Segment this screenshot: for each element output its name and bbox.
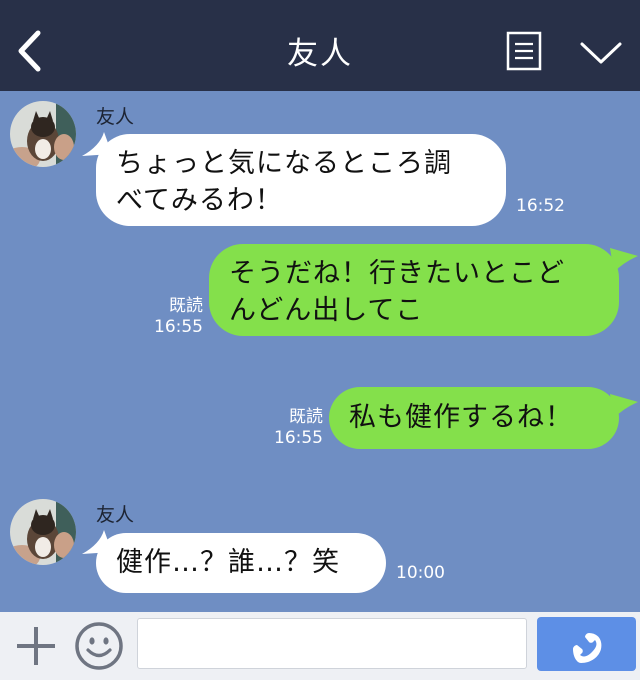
cat-avatar-icon — [10, 499, 76, 565]
message-meta: 既読 16:55 — [154, 296, 203, 338]
outgoing-message-bubble: そうだね！行きたいとこど んどん出してこ — [209, 244, 619, 336]
plus-icon — [17, 627, 55, 665]
menu-button[interactable] — [578, 38, 624, 68]
avatar[interactable] — [10, 499, 76, 565]
phone-icon — [573, 633, 602, 663]
message-meta: 既読 16:55 — [274, 407, 323, 449]
avatar[interactable] — [10, 101, 76, 167]
message-time: 16:55 — [274, 428, 323, 448]
message-line: べてみるわ！ — [116, 185, 283, 216]
smiley-icon — [75, 622, 123, 670]
outgoing-message-bubble: 私も健作するね！ — [329, 387, 619, 449]
message-line: 健作…？誰…？笑 — [116, 547, 340, 578]
emoji-button[interactable] — [74, 621, 124, 671]
sender-name: 友人 — [96, 504, 135, 526]
message-time: 16:52 — [516, 196, 565, 216]
memo-button[interactable] — [506, 31, 542, 71]
read-receipt: 既読 — [169, 296, 203, 316]
read-receipt: 既読 — [289, 407, 323, 427]
message-input[interactable] — [137, 618, 527, 669]
chat-title: 友人 — [287, 36, 353, 72]
incoming-message-bubble: 健作…？誰…？笑 — [96, 533, 386, 593]
sender-name: 友人 — [96, 106, 135, 128]
chevron-down-icon — [580, 42, 622, 64]
call-button[interactable] — [537, 617, 636, 671]
cat-avatar-icon — [10, 101, 76, 167]
incoming-message-bubble: ちょっと気になるところ調 べてみるわ！ — [96, 134, 506, 226]
message-time: 16:55 — [154, 317, 203, 337]
add-attachment-button[interactable] — [14, 624, 58, 668]
note-icon — [506, 31, 542, 71]
message-line: ちょっと気になるところ調 — [116, 148, 452, 179]
message-time: 10:00 — [396, 563, 445, 583]
message-line: んどん出してこ — [229, 295, 424, 326]
message-line: そうだね！行きたいとこど — [229, 258, 565, 289]
message-line: 私も健作するね！ — [349, 402, 573, 433]
chat-header: 友人 — [0, 0, 640, 91]
